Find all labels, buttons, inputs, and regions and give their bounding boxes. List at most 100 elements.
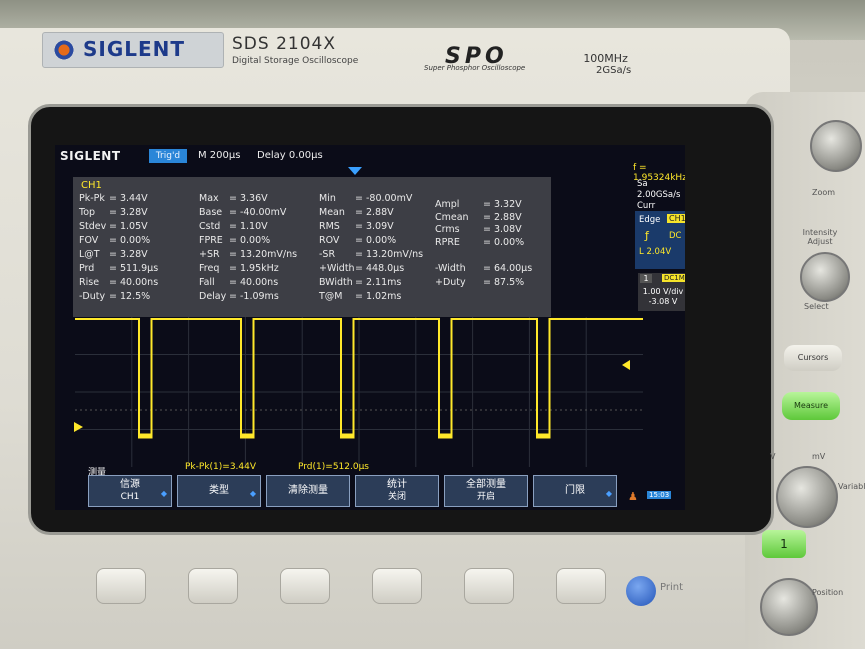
measurement-key: -Duty — [79, 291, 106, 302]
measurement-key: Prd — [79, 263, 95, 274]
measurement-row: Ampl = 3.32V — [435, 199, 522, 210]
trigger-coupling: DC — [669, 231, 682, 241]
softkey-value: 开启 — [476, 492, 495, 502]
measurement-row: Fall = 40.00ns — [199, 277, 278, 288]
measurement-value: = 40.00ns — [109, 277, 159, 288]
measurement-row: FOV = 0.00% — [79, 235, 150, 246]
measurement-key: Freq — [199, 263, 220, 274]
measurement-row: +Width = 448.0µs — [319, 263, 404, 274]
menu-button-5[interactable] — [464, 568, 514, 604]
softkey-clear-measure[interactable]: 清除测量 — [266, 475, 350, 507]
position-label: Position — [812, 588, 844, 597]
spo-subtitle: Super Phosphor Oscilloscope — [424, 64, 526, 72]
measurement-key: +SR — [199, 249, 220, 260]
waveform-low-segment — [240, 433, 255, 438]
intensity-label: Intensity Adjust — [802, 228, 838, 246]
samplerate-value: 2GSa/s — [596, 65, 632, 76]
print-button[interactable] — [626, 576, 656, 606]
measurement-value: = 3.08V — [483, 224, 522, 235]
measurement-row: -SR = 13.20mV/ns — [319, 249, 423, 260]
select-label: Select — [804, 302, 829, 311]
measurement-key: RMS — [319, 221, 340, 232]
measure-button[interactable]: Measure — [782, 392, 840, 420]
channel-coupling: DC1M — [662, 274, 685, 282]
measurement-key: Base — [199, 207, 223, 218]
softkey-type[interactable]: 类型 ◆ — [177, 475, 261, 507]
ch1-ground-marker — [74, 422, 83, 432]
measurement-value: = 511.9µs — [109, 263, 159, 274]
measurement-row: Min = -80.00mV — [319, 193, 412, 204]
trigger-status-badge: Trig'd — [149, 149, 187, 163]
waveform-low-segment — [536, 433, 551, 438]
intensity-knob[interactable] — [800, 252, 850, 302]
measurement-row: Prd = 511.9µs — [79, 263, 158, 274]
measurement-value: = 0.00% — [109, 235, 151, 246]
trigger-source: CH1 — [667, 214, 685, 223]
measurement-channel: CH1 — [81, 180, 102, 191]
channel-number: 1 — [640, 274, 652, 283]
siglent-logo-icon — [53, 39, 75, 61]
menu-button-3[interactable] — [280, 568, 330, 604]
model-name: SDS 2104X — [232, 34, 336, 54]
menu-button-1[interactable] — [96, 568, 146, 604]
channel-scale: 1.00 V/div -3.08 V — [640, 287, 685, 307]
softkey-label: 类型 — [209, 485, 229, 496]
softkey-threshold[interactable]: 门限 ◆ — [533, 475, 617, 507]
measurement-value: = -1.09ms — [229, 291, 279, 302]
measurement-key: Max — [199, 193, 219, 204]
timebase-readout: M 200µs — [198, 150, 241, 161]
menu-button-6[interactable] — [556, 568, 606, 604]
brand-logo: SIGLENT — [42, 32, 224, 68]
measurement-value: = 3.28V — [109, 249, 148, 260]
menu-button-4[interactable] — [372, 568, 422, 604]
variable-label: Variable — [838, 482, 865, 491]
trigger-position-marker — [348, 167, 362, 175]
measurement-value: = 12.5% — [109, 291, 151, 302]
menu-button-2[interactable] — [188, 568, 238, 604]
measurement-row: RPRE = 0.00% — [435, 237, 524, 248]
softkey-label: 门限 — [565, 485, 585, 496]
measurement-key: ROV — [319, 235, 340, 246]
softkey-label: 全部测量 — [466, 479, 506, 490]
zoom-label: Zoom — [812, 188, 836, 197]
measurement-value: = 3.32V — [483, 199, 522, 210]
softkey-statistics[interactable]: 统计 关闭 — [355, 475, 439, 507]
measurement-value: = 87.5% — [483, 277, 525, 288]
model-subtitle: Digital Storage Oscilloscope — [232, 56, 359, 66]
measurement-row: FPRE = 0.00% — [199, 235, 270, 246]
measurement-row: Top = 3.28V — [79, 207, 148, 218]
waveform-low-segment — [340, 433, 355, 438]
measurement-row: L@T = 3.28V — [79, 249, 148, 260]
measurement-value: = -80.00mV — [355, 193, 413, 204]
bandwidth-value: 100MHz — [583, 52, 628, 65]
measurement-key: -Width — [435, 263, 466, 274]
zoom-knob[interactable] — [810, 120, 862, 172]
measurement-row: ROV = 0.00% — [319, 235, 396, 246]
measurement-key: Stdev — [79, 221, 107, 232]
measurement-row: Mean = 2.88V — [319, 207, 394, 218]
measurement-value: = 1.05V — [109, 221, 148, 232]
softkey-all-measure[interactable]: 全部测量 开启 — [444, 475, 528, 507]
position-knob[interactable] — [760, 578, 818, 636]
summary-period: Prd(1)=512.0µs — [298, 462, 369, 472]
measurement-value: = 0.00% — [355, 235, 397, 246]
cursors-button[interactable]: Cursors — [784, 345, 842, 371]
measurement-row: Stdev = 1.05V — [79, 221, 148, 232]
measurement-row: Max = 3.36V — [199, 193, 268, 204]
measurement-value: = 1.95kHz — [229, 263, 279, 274]
measurement-row: -Width = 64.00µs — [435, 263, 532, 274]
measurement-key: +Width — [319, 263, 355, 274]
measurement-key: BWidth — [319, 277, 353, 288]
ch1-button[interactable]: 1 — [762, 530, 806, 558]
measurement-key: L@T — [79, 249, 100, 260]
volts-div-knob[interactable] — [776, 466, 838, 528]
measurement-value: = 448.0µs — [355, 263, 405, 274]
trigger-type: Edge — [639, 215, 661, 225]
measurement-row: Rise = 40.00ns — [79, 277, 158, 288]
measurement-key: Cstd — [199, 221, 221, 232]
measurement-value: = 40.00ns — [229, 277, 279, 288]
waveform-low-segment — [438, 433, 453, 438]
measurement-row: Delay = -1.09ms — [199, 291, 279, 302]
softkey-source[interactable]: 信源 CH1 ◆ — [88, 475, 172, 507]
rising-edge-icon: ƒ — [645, 229, 649, 242]
